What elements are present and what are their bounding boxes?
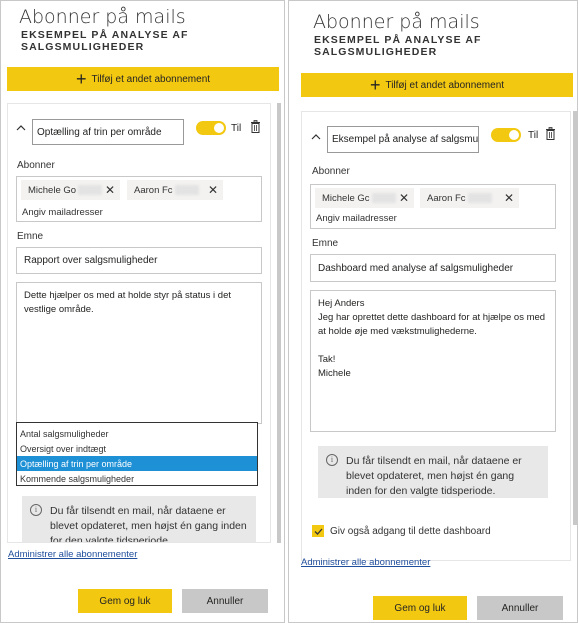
info-text: Du får tilsendt en mail, når dataene er …: [50, 505, 247, 543]
info-icon: i: [326, 454, 338, 466]
recipients-field[interactable]: Michele Go ✕ Aaron Fc ✕ Angiv mailadress…: [16, 176, 262, 222]
toggle-label: Til: [528, 130, 539, 141]
recipients-placeholder: Angiv mailadresser: [316, 213, 397, 224]
subscription-name-field[interactable]: Eksempel på analyse af salgsmuligheder: [327, 126, 479, 153]
recipient-chip: Aaron Fc ✕: [127, 180, 223, 200]
access-checkbox-label: Giv også adgang til dette dashboard: [330, 526, 491, 537]
close-icon[interactable]: ✕: [208, 183, 218, 197]
scrollbar[interactable]: [573, 111, 577, 525]
add-subscription-label: Tilføj et andet abonnement: [91, 73, 211, 85]
add-subscription-label: Tilføj et andet abonnement: [385, 79, 505, 91]
recipient-name: Aaron Fc: [427, 192, 466, 204]
subscribers-label: Abonner: [17, 160, 55, 171]
dropdown-option[interactable]: Oversigt over indtægt: [17, 441, 257, 456]
subscription-card: Eksempel på analyse af salgsmuligheder T…: [301, 111, 571, 561]
recipients-placeholder: Angiv mailadresser: [22, 207, 103, 218]
subscription-card: Optælling af trin per område Til Abonner…: [7, 103, 271, 543]
recipient-name: Michele Go: [28, 184, 77, 196]
toggle-label: Til: [231, 123, 242, 134]
chevron-up-icon[interactable]: [311, 133, 321, 140]
subscribe-panel-left: Abonner på mails EKSEMPEL PÅ ANALYSE AF …: [0, 0, 285, 623]
page-dropdown[interactable]: Antal salgsmuligheder Oversigt over indt…: [16, 422, 258, 486]
subscribe-panel-right: Abonner på mails EKSEMPEL PÅ ANALYSE AF …: [288, 0, 578, 623]
plus-icon: +: [75, 69, 87, 89]
trash-icon[interactable]: [250, 120, 261, 138]
info-icon: i: [30, 504, 42, 516]
recipients-field[interactable]: Michele Gc ✕ Aaron Fc ✕ Angiv mailadress…: [310, 184, 556, 229]
info-box: i Du får tilsendt en mail, når dataene e…: [22, 496, 256, 543]
manage-subscriptions-link[interactable]: Administrer alle abonnementer: [301, 557, 430, 568]
subscription-toggle[interactable]: [491, 128, 521, 142]
panel-subtitle: EKSEMPEL PÅ ANALYSE AF SALGSMULIGHEDER: [21, 29, 189, 53]
cancel-button[interactable]: Annuller: [182, 589, 268, 613]
message-textarea[interactable]: Dette hjælper os med at holde styr på st…: [16, 282, 262, 424]
dropdown-option-selected[interactable]: Optælling af trin per område: [17, 456, 257, 471]
message-textarea[interactable]: Hej Anders Jeg har oprettet dette dashbo…: [310, 290, 556, 432]
add-subscription-button[interactable]: + Tilføj et andet abonnement: [301, 73, 573, 97]
recipient-name: Aaron Fc: [134, 184, 173, 196]
subscribers-label: Abonner: [312, 166, 350, 177]
subscription-toggle[interactable]: [196, 121, 226, 135]
subject-label: Emne: [312, 238, 339, 249]
close-icon[interactable]: ✕: [504, 191, 514, 205]
info-box: i Du får tilsendt en mail, når dataene e…: [318, 446, 548, 498]
recipient-chip: Michele Go ✕: [21, 180, 120, 200]
subject-label: Emne: [17, 231, 44, 242]
recipient-chip: Aaron Fc ✕: [420, 188, 519, 208]
panel-title: Abonner på mails: [19, 6, 186, 28]
subscription-name-field[interactable]: Optælling af trin per område: [32, 119, 184, 145]
info-text: Du får tilsendt en mail, når dataene er …: [346, 455, 522, 497]
scrollbar[interactable]: [277, 103, 281, 543]
add-subscription-button[interactable]: + Tilføj et andet abonnement: [7, 67, 279, 91]
recipient-name: Michele Gc: [322, 192, 370, 204]
trash-icon[interactable]: [545, 127, 556, 145]
cancel-button[interactable]: Annuller: [477, 596, 563, 620]
save-button[interactable]: Gem og luk: [373, 596, 467, 620]
manage-subscriptions-link[interactable]: Administrer alle abonnementer: [8, 549, 137, 560]
save-button[interactable]: Gem og luk: [78, 589, 172, 613]
plus-icon: +: [369, 75, 381, 95]
panel-subtitle: EKSEMPEL PÅ ANALYSE AF SALGSMULIGHEDER: [314, 34, 482, 58]
access-checkbox[interactable]: [312, 525, 324, 537]
dropdown-option[interactable]: Antal salgsmuligheder: [17, 426, 257, 441]
checkmark-icon: [314, 528, 322, 535]
chevron-up-icon[interactable]: [16, 124, 26, 131]
panel-title: Abonner på mails: [313, 11, 480, 33]
close-icon[interactable]: ✕: [105, 183, 115, 197]
recipient-chip: Michele Gc ✕: [315, 188, 414, 208]
subject-input[interactable]: Dashboard med analyse af salgsmuligheder: [310, 254, 556, 282]
dropdown-option[interactable]: Kommende salgsmuligheder: [17, 471, 257, 486]
close-icon[interactable]: ✕: [399, 191, 409, 205]
subject-input[interactable]: Rapport over salgsmuligheder: [16, 247, 262, 274]
